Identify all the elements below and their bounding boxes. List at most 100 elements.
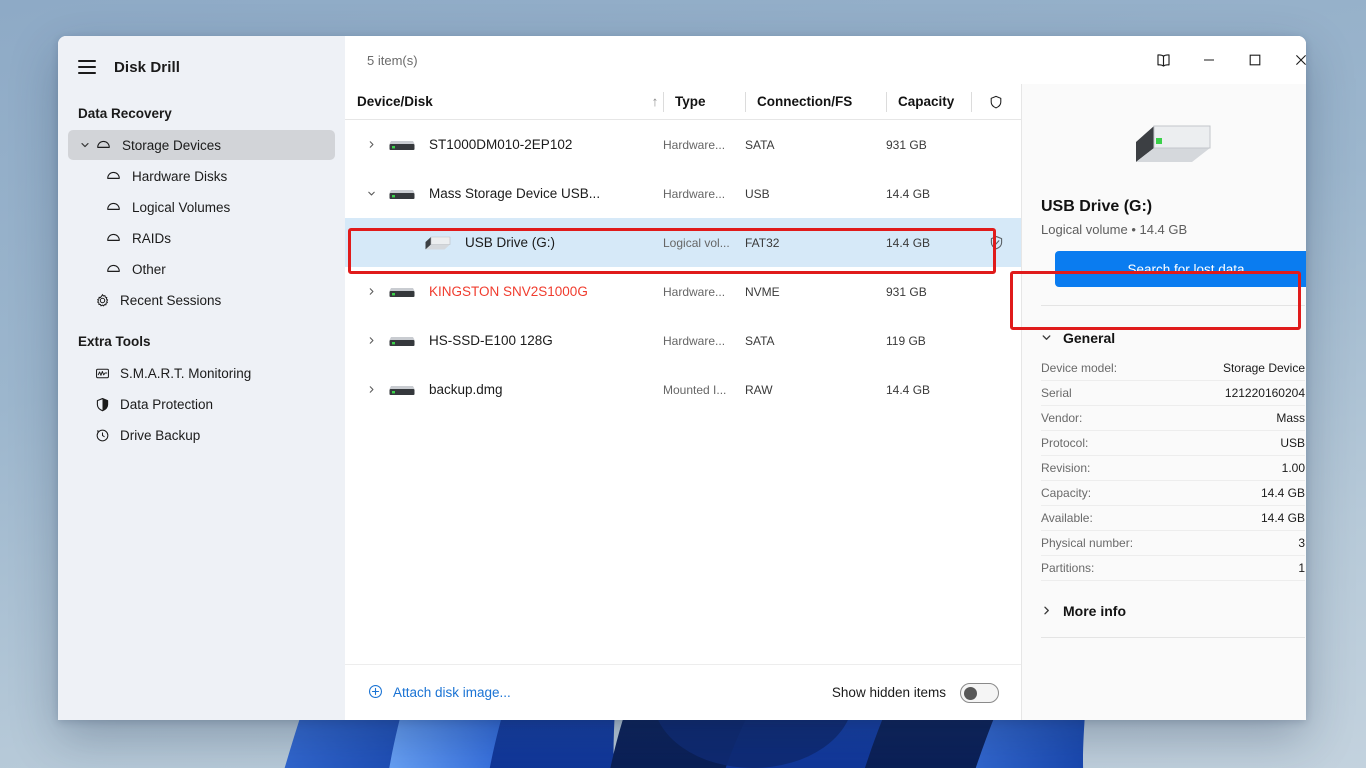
- property-key: Protocol:: [1041, 436, 1088, 450]
- cell-protection: [971, 120, 1021, 169]
- sidebar-item-raids[interactable]: RAIDs: [68, 223, 335, 253]
- column-header-type[interactable]: Type: [663, 90, 745, 114]
- chevron-down-icon[interactable]: [367, 189, 385, 198]
- sidebar: Disk Drill Data Recovery Storage Devices…: [58, 36, 345, 720]
- property-row: Device model: Storage Device: [1041, 356, 1305, 381]
- table-row[interactable]: ST1000DM010-2EP102 Hardware... SATA 931 …: [345, 120, 1021, 169]
- cell-connection: SATA: [745, 120, 886, 169]
- more-info-section-header[interactable]: More info: [1041, 603, 1305, 619]
- table-row[interactable]: backup.dmg Mounted I... RAW 14.4 GB: [345, 365, 1021, 414]
- sidebar-item-label: Data Protection: [120, 397, 213, 412]
- attach-disk-image-button[interactable]: Attach disk image...: [367, 683, 511, 703]
- table-row-selected[interactable]: USB Drive (G:) Logical vol... FAT32 14.4…: [345, 218, 1021, 267]
- property-row: Partitions: 1: [1041, 556, 1305, 581]
- device-name-label: Mass Storage Device USB...: [429, 186, 600, 201]
- sidebar-item-label: RAIDs: [132, 231, 171, 246]
- sidebar-item-logical-volumes[interactable]: Logical Volumes: [68, 192, 335, 222]
- chevron-right-icon[interactable]: [367, 336, 385, 345]
- sidebar-item-other[interactable]: Other: [68, 254, 335, 284]
- property-key: Revision:: [1041, 461, 1090, 475]
- cell-connection: SATA: [745, 316, 886, 365]
- column-header-connection[interactable]: Connection/FS: [745, 90, 886, 114]
- sidebar-item-smart-monitoring[interactable]: S.M.A.R.T. Monitoring: [68, 358, 335, 388]
- minimize-button[interactable]: [1186, 37, 1232, 83]
- property-row: Protocol: USB: [1041, 431, 1305, 456]
- titlebar: 5 item(s): [345, 36, 1306, 84]
- sidebar-item-label: Recent Sessions: [120, 293, 221, 308]
- hardware-disk-icon: [385, 332, 419, 350]
- property-value: Mass: [1276, 411, 1305, 425]
- table-row[interactable]: Mass Storage Device USB... Hardware... U…: [345, 169, 1021, 218]
- hardware-disk-icon: [385, 136, 419, 154]
- property-row: Available: 14.4 GB: [1041, 506, 1305, 531]
- column-header-capacity-label: Capacity: [898, 94, 954, 109]
- maximize-button[interactable]: [1232, 37, 1278, 83]
- sidebar-item-label: Drive Backup: [120, 428, 200, 443]
- item-count-label: 5 item(s): [367, 53, 418, 68]
- property-key: Serial: [1041, 386, 1072, 400]
- column-header-protection[interactable]: [971, 90, 1021, 114]
- chevron-right-icon[interactable]: [367, 385, 385, 394]
- cell-device-name: HS-SSD-E100 128G: [345, 316, 663, 365]
- property-key: Vendor:: [1041, 411, 1082, 425]
- device-name-label: HS-SSD-E100 128G: [429, 333, 553, 348]
- column-header-capacity[interactable]: Capacity: [886, 90, 971, 114]
- cell-capacity: 931 GB: [886, 267, 971, 316]
- sidebar-item-recent-sessions[interactable]: Recent Sessions: [68, 285, 335, 315]
- cell-capacity: 119 GB: [886, 316, 971, 365]
- column-header-type-label: Type: [675, 94, 706, 109]
- detail-device-title: USB Drive (G:): [1041, 198, 1305, 216]
- sidebar-item-data-protection[interactable]: Data Protection: [68, 389, 335, 419]
- disk-icon: [102, 168, 124, 185]
- property-row: Serial 121220160204: [1041, 381, 1305, 406]
- device-name-label: KINGSTON SNV2S1000G: [429, 284, 588, 299]
- device-table-pane: Device/Disk ↑ Type Connection/FS Capacit…: [345, 84, 1022, 720]
- cell-protection[interactable]: [971, 218, 1021, 267]
- sidebar-item-label: Other: [132, 262, 166, 277]
- monitor-wave-icon: [92, 365, 112, 382]
- help-book-icon[interactable]: [1140, 37, 1186, 83]
- property-value: 1.00: [1282, 461, 1305, 475]
- property-row: Physical number: 3: [1041, 531, 1305, 556]
- device-properties-list: Device model: Storage Device Serial 1212…: [1041, 356, 1305, 581]
- sort-ascending-icon[interactable]: ↑: [635, 90, 663, 114]
- property-value: 1: [1298, 561, 1305, 575]
- general-section-label: General: [1063, 330, 1115, 346]
- property-value: 14.4 GB: [1261, 511, 1305, 525]
- show-hidden-items-toggle[interactable]: [960, 683, 999, 703]
- cell-device-name: ST1000DM010-2EP102: [345, 120, 663, 169]
- device-name-label: USB Drive (G:): [465, 235, 555, 250]
- hamburger-icon[interactable]: [78, 60, 96, 74]
- cell-capacity: 14.4 GB: [886, 169, 971, 218]
- cell-type: Hardware...: [663, 169, 745, 218]
- cell-device-name: Mass Storage Device USB...: [345, 169, 663, 218]
- table-header: Device/Disk ↑ Type Connection/FS Capacit…: [345, 84, 1021, 120]
- chevron-right-icon[interactable]: [367, 287, 385, 296]
- search-for-lost-data-button[interactable]: Search for lost data: [1055, 251, 1306, 287]
- disk-drill-window: Disk Drill Data Recovery Storage Devices…: [58, 36, 1306, 720]
- cell-protection: [971, 169, 1021, 218]
- disk-icon: [102, 261, 124, 278]
- gear-icon: [92, 292, 112, 309]
- sidebar-item-storage-devices[interactable]: Storage Devices: [68, 130, 335, 160]
- table-row[interactable]: HS-SSD-E100 128G Hardware... SATA 119 GB: [345, 316, 1021, 365]
- show-hidden-items-label: Show hidden items: [832, 685, 946, 700]
- sidebar-item-hardware-disks[interactable]: Hardware Disks: [68, 161, 335, 191]
- detail-divider-bottom: [1041, 637, 1305, 638]
- device-name-label: ST1000DM010-2EP102: [429, 137, 572, 152]
- column-header-device[interactable]: Device/Disk: [345, 90, 635, 114]
- cell-type: Hardware...: [663, 120, 745, 169]
- shield-icon: [988, 94, 1004, 110]
- chevron-right-icon[interactable]: [367, 140, 385, 149]
- toggle-knob: [964, 687, 977, 700]
- cell-type: Logical vol...: [663, 218, 745, 267]
- disk-icon: [102, 230, 124, 247]
- sidebar-item-label: Storage Devices: [122, 138, 221, 153]
- general-section-header[interactable]: General: [1041, 330, 1305, 346]
- table-row[interactable]: KINGSTON SNV2S1000G Hardware... NVME 931…: [345, 267, 1021, 316]
- close-button[interactable]: [1278, 37, 1306, 83]
- chevron-down-icon: [1041, 330, 1052, 346]
- column-header-connection-label: Connection/FS: [757, 94, 852, 109]
- sidebar-item-drive-backup[interactable]: Drive Backup: [68, 420, 335, 450]
- sidebar-item-label: Hardware Disks: [132, 169, 227, 184]
